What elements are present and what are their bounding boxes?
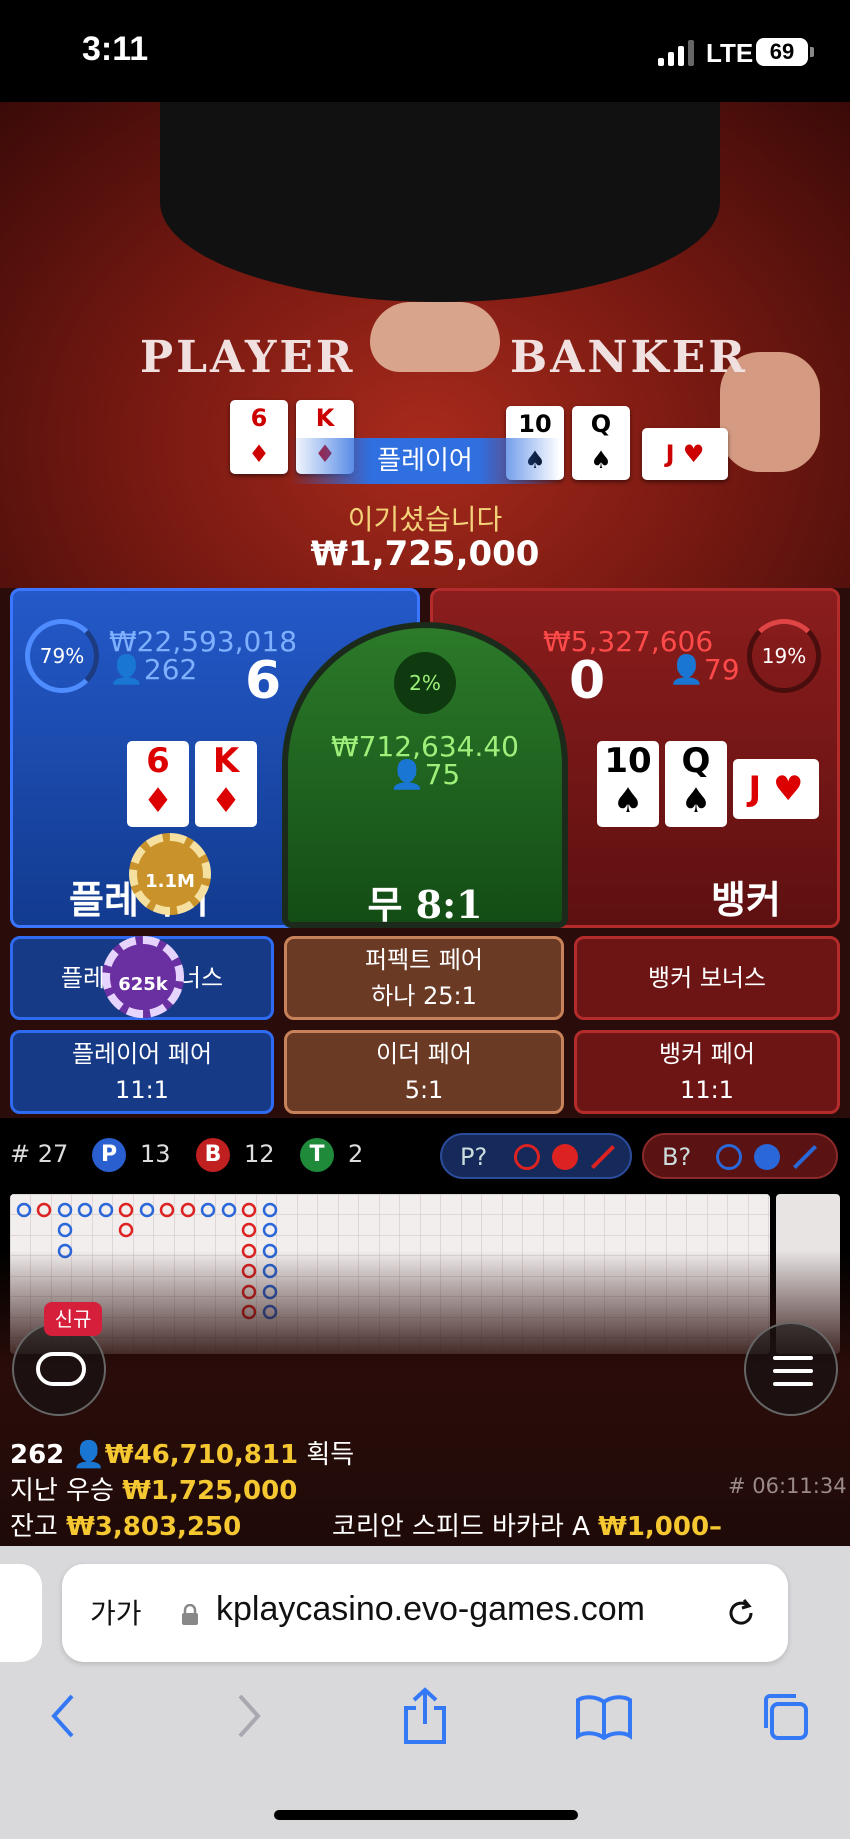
clock: 3:11 (82, 30, 149, 68)
tie-percent-ring: 2% (394, 652, 456, 714)
chat-button[interactable] (12, 1322, 106, 1416)
slash-icon (590, 1144, 616, 1170)
player-score: 6 (245, 651, 282, 711)
tie-label: 무 8:1 (367, 882, 483, 927)
balance: 잔고 ₩3,803,250 (10, 1512, 242, 1542)
banker-pair-button[interactable]: 뱅커 페어 11:1 (574, 1030, 840, 1114)
person-icon: 👤 (72, 1440, 105, 1470)
player-bettor-count: 👤262 (109, 653, 198, 686)
player-card: 6 ♦ (127, 741, 189, 827)
person-icon: 👤 (669, 653, 704, 686)
tie-win-icon: T (300, 1138, 334, 1172)
big-road-icon (716, 1144, 742, 1170)
network-label: LTE (706, 38, 754, 68)
back-icon[interactable] (48, 1692, 78, 1740)
lock-icon (182, 1604, 198, 1625)
url-text[interactable]: kplaycasino.evo-games.com (216, 1590, 645, 1629)
chat-icon (36, 1352, 86, 1386)
table-card: Q ♠ (572, 406, 630, 480)
chip: 1.1M (129, 833, 211, 915)
previous-tab[interactable] (0, 1564, 42, 1662)
live-video: PLAYER BANKER 6♦ K♦ 10♠ Q♠ J ♥ 플레이어 이기셨습… (0, 102, 850, 588)
tie-bettor-count: 👤75 (389, 758, 461, 791)
banker-card: 10 ♠ (597, 741, 659, 827)
bookmarks-icon[interactable] (576, 1694, 632, 1740)
table-banker-label: BANKER (510, 332, 748, 383)
chip: 625k (102, 936, 184, 1018)
banker-card: J ♥ (733, 759, 819, 819)
text-size-button[interactable]: 가가 (90, 1592, 142, 1632)
dealer-hand (370, 302, 500, 372)
new-badge: 신규 (44, 1302, 102, 1336)
banker-bettor-count: 👤79 (669, 653, 740, 686)
win-summary: 262 👤₩46,710,811 획득 (10, 1440, 355, 1470)
player-pair-button[interactable]: 플레이어 페어 11:1 (10, 1030, 274, 1114)
either-pair-button[interactable]: 이더 페어 5:1 (284, 1030, 564, 1114)
forward-icon[interactable] (234, 1692, 264, 1740)
player-predict-button[interactable]: P? (440, 1133, 632, 1179)
tabs-icon[interactable] (758, 1690, 810, 1742)
player-win-icon: P (92, 1138, 126, 1172)
tie-win-count: 2 (348, 1140, 364, 1168)
banker-percent-ring: 19% (747, 619, 821, 693)
banker-win-icon: B (196, 1138, 230, 1172)
banker-label: 뱅커 (711, 878, 781, 922)
table-card: J ♥ (642, 428, 728, 480)
signal-icon (658, 40, 694, 66)
battery-icon: 69 (756, 38, 814, 66)
player-card: K ♦ (195, 741, 257, 827)
home-indicator (274, 1810, 578, 1820)
tie-bet-spot[interactable]: 2% ₩712,634.40 👤75 무 8:1 (282, 622, 568, 928)
table-card: 6 ♦ (230, 400, 288, 474)
person-icon: 👤 (389, 758, 425, 791)
dealer (160, 102, 720, 302)
reload-icon[interactable] (724, 1596, 758, 1630)
banker-score: 0 (569, 651, 606, 711)
round-id: # 06:11:34 (728, 1474, 847, 1498)
banker-win-count: 12 (244, 1140, 275, 1168)
result-banner: 플레이어 (290, 438, 560, 484)
round-count: # 27 (10, 1140, 69, 1168)
win-amount: ₩1,725,000 (310, 534, 540, 574)
share-icon[interactable] (400, 1686, 450, 1746)
big-road-icon (514, 1144, 540, 1170)
player-win-count: 13 (140, 1140, 171, 1168)
perfect-pair-button[interactable]: 퍼펙트 페어 하나 25:1 (284, 936, 564, 1020)
banker-bonus-button[interactable]: 뱅커 보너스 (574, 936, 840, 1020)
slash-icon (792, 1144, 818, 1170)
person-icon: 👤 (109, 653, 144, 686)
player-percent-ring: 79% (25, 619, 99, 693)
win-message: 이기셨습니다 (347, 503, 503, 536)
banker-card: Q ♠ (665, 741, 727, 827)
bead-icon (754, 1144, 780, 1170)
banker-predict-button[interactable]: B? (642, 1133, 838, 1179)
table-player-label: PLAYER (140, 332, 356, 383)
bead-icon (552, 1144, 578, 1170)
menu-button[interactable] (744, 1322, 838, 1416)
last-win: 지난 우승 ₩1,725,000 (10, 1476, 298, 1506)
